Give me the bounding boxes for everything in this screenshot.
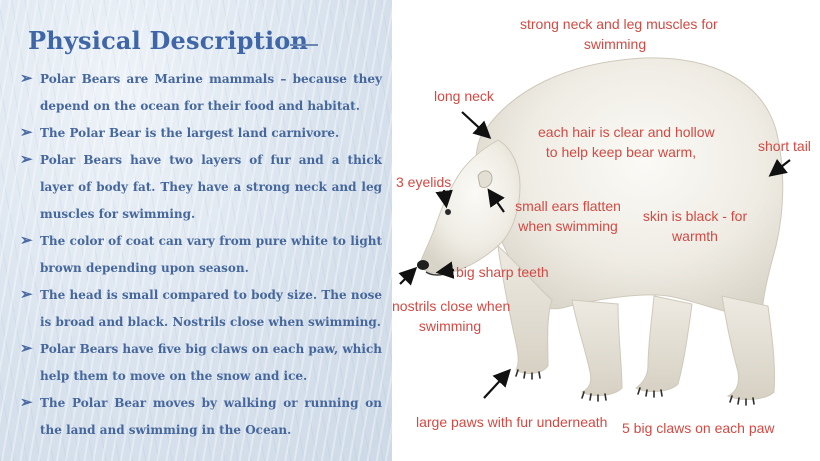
bullet-text: Polar Bears are Marine mammals – because… xyxy=(40,72,382,113)
arrow-ears xyxy=(487,188,505,213)
bullet-text: The color of coat can vary from pure whi… xyxy=(40,234,382,275)
bullet-item: ➢ Polar Bears have two layers of fur and … xyxy=(20,147,382,228)
arrow-bullet-icon: ➢ xyxy=(20,231,33,249)
arrow-bullet-icon: ➢ xyxy=(20,339,33,357)
arrow-bullet-icon: ➢ xyxy=(20,393,33,411)
bullet-item: ➢ The Polar Bear moves by walking or runn… xyxy=(20,390,382,444)
text-panel: Physical Description ➢ Polar Bears are Ma… xyxy=(0,0,392,461)
arrow-bullet-icon: ➢ xyxy=(20,285,33,303)
diagram-panel: strong neck and leg muscles for swimming… xyxy=(392,0,820,461)
arrow-long-neck xyxy=(461,111,492,139)
arrow-teeth xyxy=(435,261,455,279)
arrow-paws xyxy=(483,368,511,399)
bullet-text: The Polar Bear is the largest land carni… xyxy=(40,126,340,140)
arrow-short-tail xyxy=(768,158,791,177)
bullet-list: ➢ Polar Bears are Marine mammals – becaus… xyxy=(20,66,382,444)
bullet-item: ➢ Polar Bears have five big claws on each… xyxy=(20,336,382,390)
title-divider xyxy=(290,44,318,46)
arrow-bullet-icon: ➢ xyxy=(20,150,33,168)
arrow-eyelids xyxy=(435,189,453,209)
bullet-text: The head is small compared to body size.… xyxy=(40,288,382,329)
bullet-text: Polar Bears have five big claws on each … xyxy=(40,342,382,383)
bullet-text: The Polar Bear moves by walking or runni… xyxy=(40,396,382,437)
bullet-item: ➢ Polar Bears are Marine mammals – becaus… xyxy=(20,66,382,120)
bullet-item: ➢ The color of coat can vary from pure wh… xyxy=(20,228,382,282)
annotation-arrows xyxy=(398,111,791,399)
bullet-item: ➢ The Polar Bear is the largest land carn… xyxy=(20,120,382,147)
arrow-bullet-icon: ➢ xyxy=(20,123,33,141)
bullet-text: Polar Bears have two layers of fur and a… xyxy=(40,153,382,221)
arrow-bullet-icon: ➢ xyxy=(20,69,33,87)
slide-title: Physical Description xyxy=(28,26,309,55)
arrow-nostrils xyxy=(398,266,418,286)
bullet-item: ➢ The head is small compared to body size… xyxy=(20,282,382,336)
